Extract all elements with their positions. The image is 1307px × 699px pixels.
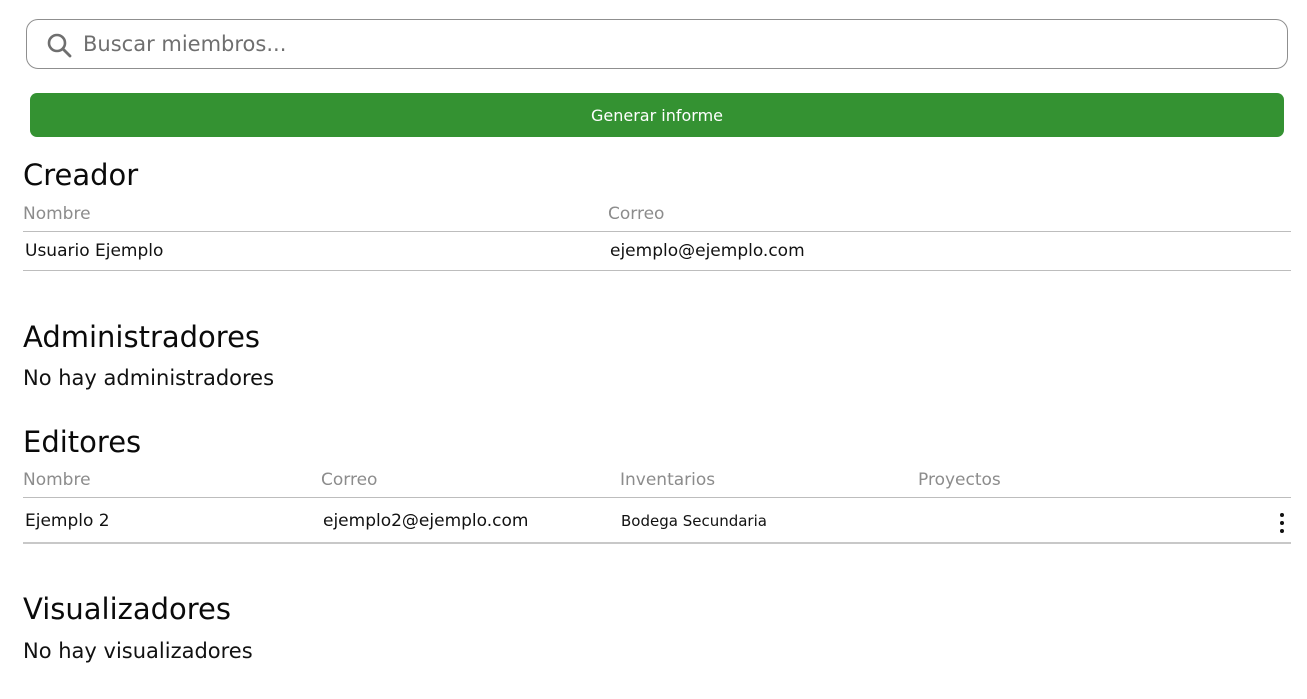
viewers-empty-message: No hay visualizadores bbox=[23, 639, 253, 663]
search-input[interactable] bbox=[83, 26, 1263, 62]
column-header-projects: Proyectos bbox=[918, 470, 1001, 490]
editor-name: Ejemplo 2 bbox=[25, 511, 110, 531]
editor-email: ejemplo2@ejemplo.com bbox=[323, 511, 529, 531]
generate-report-button[interactable]: Generar informe bbox=[30, 93, 1284, 137]
more-vertical-icon[interactable] bbox=[1274, 510, 1290, 536]
column-header-inventories: Inventarios bbox=[620, 470, 716, 490]
creator-name: Usuario Ejemplo bbox=[25, 241, 164, 261]
section-title-viewers: Visualizadores bbox=[23, 592, 232, 626]
table-divider bbox=[23, 497, 1291, 498]
section-title-creator: Creador bbox=[23, 158, 139, 192]
column-header-email: Correo bbox=[608, 204, 665, 224]
table-divider bbox=[23, 542, 1291, 544]
search-icon bbox=[46, 32, 72, 58]
search-box[interactable] bbox=[26, 19, 1288, 69]
table-divider bbox=[23, 231, 1291, 232]
creator-email: ejemplo@ejemplo.com bbox=[610, 241, 805, 261]
editor-inventories: Bodega Secundaria bbox=[621, 512, 767, 530]
column-header-email: Correo bbox=[321, 470, 378, 490]
section-title-admins: Administradores bbox=[23, 320, 261, 354]
admins-empty-message: No hay administradores bbox=[23, 366, 275, 390]
table-divider bbox=[23, 270, 1291, 271]
column-header-name: Nombre bbox=[23, 204, 91, 224]
section-title-editors: Editores bbox=[23, 425, 142, 459]
column-header-name: Nombre bbox=[23, 470, 91, 490]
